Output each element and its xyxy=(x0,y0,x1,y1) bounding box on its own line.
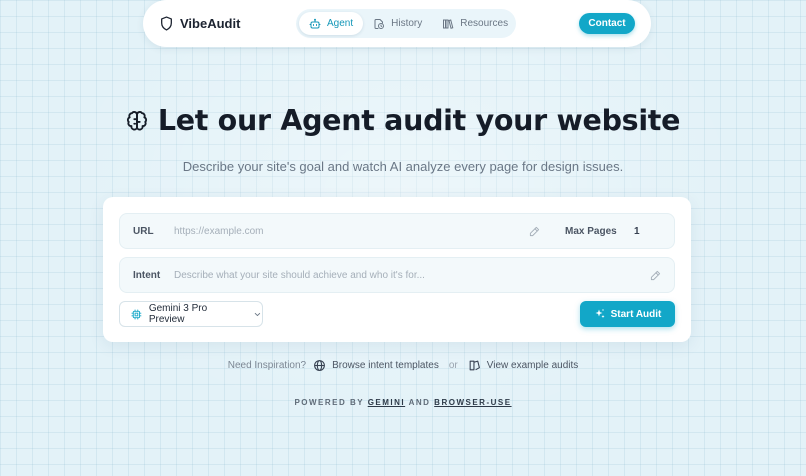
url-input[interactable] xyxy=(174,225,524,237)
max-pages-label: Max Pages xyxy=(565,226,617,237)
tab-resources-label: Resources xyxy=(460,18,509,29)
max-pages-input[interactable]: 1 xyxy=(634,226,640,237)
chip-icon xyxy=(131,309,142,319)
start-audit-button[interactable]: Start Audit xyxy=(580,301,675,327)
or-separator: or xyxy=(448,360,458,371)
pencil-icon xyxy=(529,226,540,237)
audit-form-card: URL Max Pages 1 Intent Gemini 3 Pro Prev… xyxy=(103,197,691,342)
globe-icon xyxy=(314,360,326,371)
page-subtitle: Describe your site's goal and watch AI a… xyxy=(182,159,624,174)
robot-icon xyxy=(309,18,321,28)
intent-input[interactable] xyxy=(174,269,644,281)
shield-icon xyxy=(161,16,172,31)
gemini-link[interactable]: GEMINI xyxy=(368,398,405,407)
intent-field: Intent xyxy=(119,257,675,293)
inspiration-prompt: Need Inspiration? xyxy=(227,360,307,371)
url-label: URL xyxy=(133,225,154,237)
view-examples-link[interactable]: View example audits xyxy=(468,359,579,372)
brain-icon xyxy=(126,110,147,130)
chevron-down-icon xyxy=(254,312,261,316)
and-text: AND xyxy=(408,398,431,407)
view-examples-label: View example audits xyxy=(486,360,579,371)
books-icon xyxy=(443,18,454,29)
browse-templates-link[interactable]: Browse intent templates xyxy=(313,359,439,372)
nav-tabs: Agent History Resources xyxy=(296,9,516,38)
brand-name: VibeAudit xyxy=(180,16,241,31)
page-title: Let our Agent audit your website xyxy=(0,104,806,137)
browser-use-link[interactable]: BROWSER-USE xyxy=(434,398,511,407)
powered-by-footer: POWERED BY GEMINI AND BROWSER-USE xyxy=(0,398,806,407)
brand[interactable]: VibeAudit xyxy=(160,16,240,31)
url-field: URL Max Pages 1 xyxy=(119,213,675,249)
tab-resources[interactable]: Resources xyxy=(432,12,518,35)
model-select-value: Gemini 3 Pro Preview xyxy=(148,303,208,325)
tab-agent-label: Agent xyxy=(327,18,354,29)
top-navbar: VibeAudit Agent History Resources Contac… xyxy=(143,0,651,47)
start-audit-label: Start Audit xyxy=(610,308,662,320)
browse-templates-label: Browse intent templates xyxy=(332,360,439,371)
sparkles-icon xyxy=(595,309,605,318)
model-select[interactable]: Gemini 3 Pro Preview xyxy=(119,301,263,327)
inspiration-row: Need Inspiration? Browse intent template… xyxy=(0,359,806,372)
page-title-text: Let our Agent audit your website xyxy=(157,104,681,137)
tab-history[interactable]: History xyxy=(363,12,432,35)
tab-history-label: History xyxy=(391,18,423,29)
pencil-icon xyxy=(650,270,661,281)
intent-label: Intent xyxy=(133,269,161,281)
tab-agent[interactable]: Agent xyxy=(299,12,364,35)
notebook-icon xyxy=(469,360,480,371)
contact-button[interactable]: Contact xyxy=(579,13,635,34)
powered-by-text: POWERED BY xyxy=(294,398,364,407)
clock-document-icon xyxy=(374,18,385,29)
